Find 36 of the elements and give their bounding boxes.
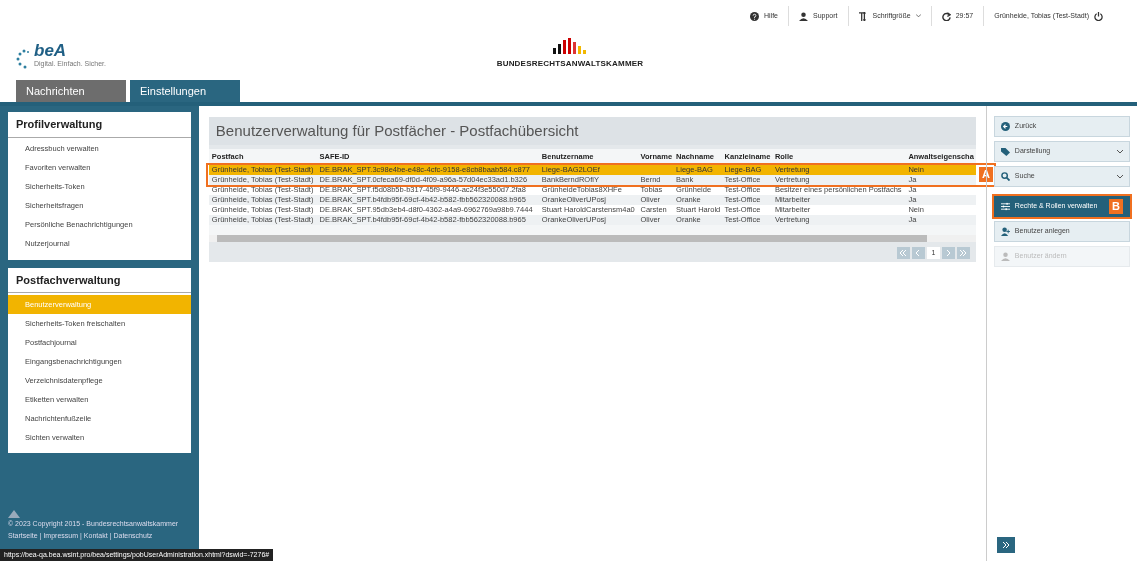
chevron-down-icon bbox=[1117, 149, 1123, 154]
bars-logo-icon bbox=[553, 38, 587, 54]
horizontal-scrollbar[interactable] bbox=[208, 235, 976, 242]
previous-page-button[interactable] bbox=[911, 247, 925, 259]
logo-icon bbox=[16, 47, 30, 70]
double-chevron-icon bbox=[1002, 542, 1010, 548]
callout-label: B bbox=[1109, 199, 1123, 214]
building-icon bbox=[8, 510, 20, 518]
tag-icon bbox=[1000, 147, 1010, 156]
logo-text: beA bbox=[34, 42, 68, 60]
double-chevron-icon bbox=[900, 250, 907, 256]
page-title: Benutzerverwaltung für Postfächer - Postfachübersicht bbox=[208, 117, 976, 145]
left-arrow-icon bbox=[1000, 122, 1010, 131]
double-chevron-icon bbox=[960, 250, 967, 256]
last-page-button[interactable] bbox=[956, 247, 970, 259]
text-size-icon bbox=[858, 11, 868, 21]
brand-name: BUNDESRECHTSANWALTSKAMMER bbox=[496, 58, 644, 70]
chevron-icon bbox=[945, 250, 952, 256]
sliders-icon bbox=[1000, 202, 1010, 211]
person-icon bbox=[1000, 252, 1010, 261]
panel-title: Postfachverwaltung bbox=[8, 267, 191, 293]
power-icon bbox=[1094, 11, 1103, 21]
help-icon bbox=[750, 11, 759, 21]
person-icon bbox=[799, 11, 808, 21]
next-page-button[interactable] bbox=[941, 247, 955, 259]
chevron-down-icon bbox=[1117, 174, 1123, 179]
tab[interactable]: Nachrichten bbox=[16, 80, 126, 102]
expand-button[interactable] bbox=[997, 537, 1015, 553]
tab[interactable]: Einstellungen bbox=[130, 80, 240, 102]
add-person-icon bbox=[1000, 227, 1010, 236]
search-icon bbox=[1000, 172, 1010, 181]
refresh-icon bbox=[941, 11, 951, 21]
chevron-down-icon bbox=[915, 14, 921, 18]
panel-title: Profilverwaltung bbox=[8, 112, 191, 138]
first-page-button[interactable] bbox=[896, 247, 910, 259]
chevron-icon bbox=[915, 250, 922, 256]
